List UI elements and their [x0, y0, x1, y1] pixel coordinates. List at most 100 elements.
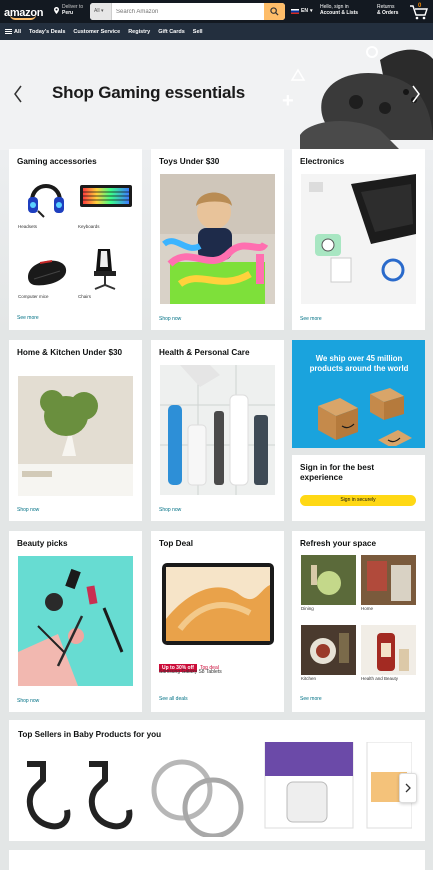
hero-title: Shop Gaming essentials — [52, 83, 246, 102]
chevron-right-icon — [412, 85, 420, 103]
nav-item-registry[interactable]: Registry — [128, 29, 150, 35]
quad-caption: Health and Beauty — [361, 676, 399, 681]
shop-now-link[interactable]: Shop now — [17, 698, 39, 704]
next-section-card — [9, 850, 425, 870]
electronics-image[interactable] — [301, 174, 416, 304]
shop-now-link[interactable]: Shop now — [159, 507, 181, 513]
see-more-link[interactable]: See more — [17, 315, 39, 321]
chevron-down-icon: ▾ — [309, 8, 313, 14]
plus-icon: + — [282, 90, 294, 112]
see-more-link[interactable]: See more — [300, 316, 322, 322]
carousel-prev-button[interactable] — [8, 84, 28, 104]
nav-item-sell[interactable]: Sell — [193, 29, 203, 35]
search-button[interactable] — [264, 3, 285, 20]
signin-button[interactable]: Sign in securely — [300, 495, 416, 506]
keyboard-image — [80, 185, 132, 207]
nav-item-todays-deals[interactable]: Today's Deals — [29, 29, 65, 35]
card-top-deal: Top Deal Up to 30% off Top deal Samsung G… — [151, 531, 284, 712]
quad-caption: Home — [361, 606, 374, 611]
card-title: Health & Personal Care — [159, 348, 250, 357]
card-refresh-your-space: Refresh your space Dining Home Kitchen H… — [292, 531, 425, 712]
promo-text: We ship over 45 million products around … — [309, 354, 409, 373]
quad-item-keyboards[interactable]: Keyboards — [78, 171, 134, 229]
nav-all-label: All — [14, 28, 22, 35]
account-lists: Account & Lists — [320, 10, 359, 16]
baby-products-strip — [26, 742, 412, 837]
card-beauty-picks: Beauty picks Shop now — [9, 531, 142, 712]
card-title: Refresh your space — [300, 539, 376, 548]
card-electronics: Electronics See more — [292, 149, 425, 330]
card-gaming-accessories: Gaming accessories Headsets Keyboards Co… — [9, 149, 142, 330]
card-health-personal-care: Health & Personal Care Shop now — [151, 340, 284, 521]
health-care-image[interactable] — [160, 365, 275, 495]
box-image — [318, 388, 412, 446]
toys-image[interactable] — [160, 174, 275, 304]
search-input[interactable] — [113, 3, 263, 20]
card-home-kitchen: Home & Kitchen Under $30 Shop now — [9, 340, 142, 521]
chevron-left-icon — [14, 85, 22, 103]
dining-image — [301, 555, 356, 605]
card-title: Beauty picks — [17, 539, 68, 548]
deliver-country: Peru — [62, 10, 74, 16]
orders-label: & Orders — [377, 10, 399, 16]
health-beauty-image — [361, 625, 416, 675]
shop-now-link[interactable]: Shop now — [17, 507, 39, 513]
hamburger-icon — [5, 29, 12, 34]
promo-shipping-banner[interactable]: We ship over 45 million products around … — [292, 340, 425, 448]
carousel-title: Top Sellers in Baby Products for you — [18, 730, 162, 739]
cart-count: 0 — [418, 3, 422, 9]
card-title: Home & Kitchen Under $30 — [17, 348, 123, 357]
home-kitchen-image[interactable] — [18, 376, 133, 496]
flag-icon — [291, 8, 299, 14]
search-icon — [270, 7, 279, 16]
top-header: amazon Deliver to Peru All ▾ EN ▾ Hello,… — [0, 0, 433, 23]
tablet-image[interactable] — [160, 559, 275, 649]
shop-now-link[interactable]: Shop now — [159, 316, 181, 322]
chevron-right-icon — [405, 783, 411, 793]
carousel-next-button[interactable] — [406, 84, 426, 104]
account-menu[interactable]: Hello, sign in Account & Lists — [320, 4, 358, 16]
logo-smile — [10, 15, 36, 20]
nav-item-customer-service[interactable]: Customer Service — [73, 29, 120, 35]
nav-all-menu[interactable]: All — [5, 29, 21, 35]
cart-button[interactable]: 0 — [409, 3, 429, 20]
search-category-select[interactable]: All ▾ — [90, 3, 112, 20]
card-toys-under-30: Toys Under $30 Shop now — [151, 149, 284, 330]
quad-item-dining[interactable]: Dining — [301, 555, 356, 615]
language-selector[interactable]: EN ▾ — [291, 8, 312, 14]
nav-item-gift-cards[interactable]: Gift Cards — [158, 29, 185, 35]
search-bar: All ▾ — [90, 3, 285, 20]
amazon-logo[interactable]: amazon — [4, 3, 48, 20]
quad-item-chairs[interactable]: Chairs — [78, 245, 134, 300]
quad-item-computer-mice[interactable]: Computer mice — [18, 245, 74, 300]
see-more-link[interactable]: See more — [300, 696, 322, 702]
quad-item-headsets[interactable]: Headsets — [18, 171, 74, 229]
see-all-deals-link[interactable]: See all deals — [159, 696, 188, 702]
chair-image — [94, 249, 116, 290]
quad-caption: Chairs — [78, 294, 92, 299]
mouse-image — [28, 260, 67, 286]
beauty-image[interactable] — [18, 556, 133, 686]
home-image — [361, 555, 416, 605]
card-signin: Sign in for the best experience Sign in … — [292, 455, 425, 521]
search-category-label: All — [94, 8, 100, 14]
returns-orders[interactable]: Returns & Orders — [377, 4, 398, 16]
language-label: EN — [301, 8, 308, 14]
quad-item-health-beauty[interactable]: Health and Beauty — [361, 625, 416, 685]
card-title: Electronics — [300, 157, 345, 166]
quad-caption: Computer mice — [18, 294, 49, 299]
deal-product-name[interactable]: Samsung Galaxy S8 Tablets — [159, 669, 222, 675]
headset-image — [28, 184, 64, 218]
quad-caption: Kitchen — [301, 676, 317, 681]
quad-caption: Keyboards — [78, 224, 100, 229]
card-title: Top Deal — [159, 539, 193, 548]
quad-item-home[interactable]: Home — [361, 555, 416, 615]
card-title: Gaming accessories — [17, 157, 97, 166]
quad-caption: Dining — [301, 606, 314, 611]
signin-title: Sign in for the best experience — [300, 463, 375, 482]
quad-item-kitchen[interactable]: Kitchen — [301, 625, 356, 685]
stroller-hook-2 — [88, 761, 133, 830]
card-title: Toys Under $30 — [159, 157, 220, 166]
carousel-next-button[interactable] — [399, 773, 417, 803]
kitchen-image — [301, 625, 356, 675]
